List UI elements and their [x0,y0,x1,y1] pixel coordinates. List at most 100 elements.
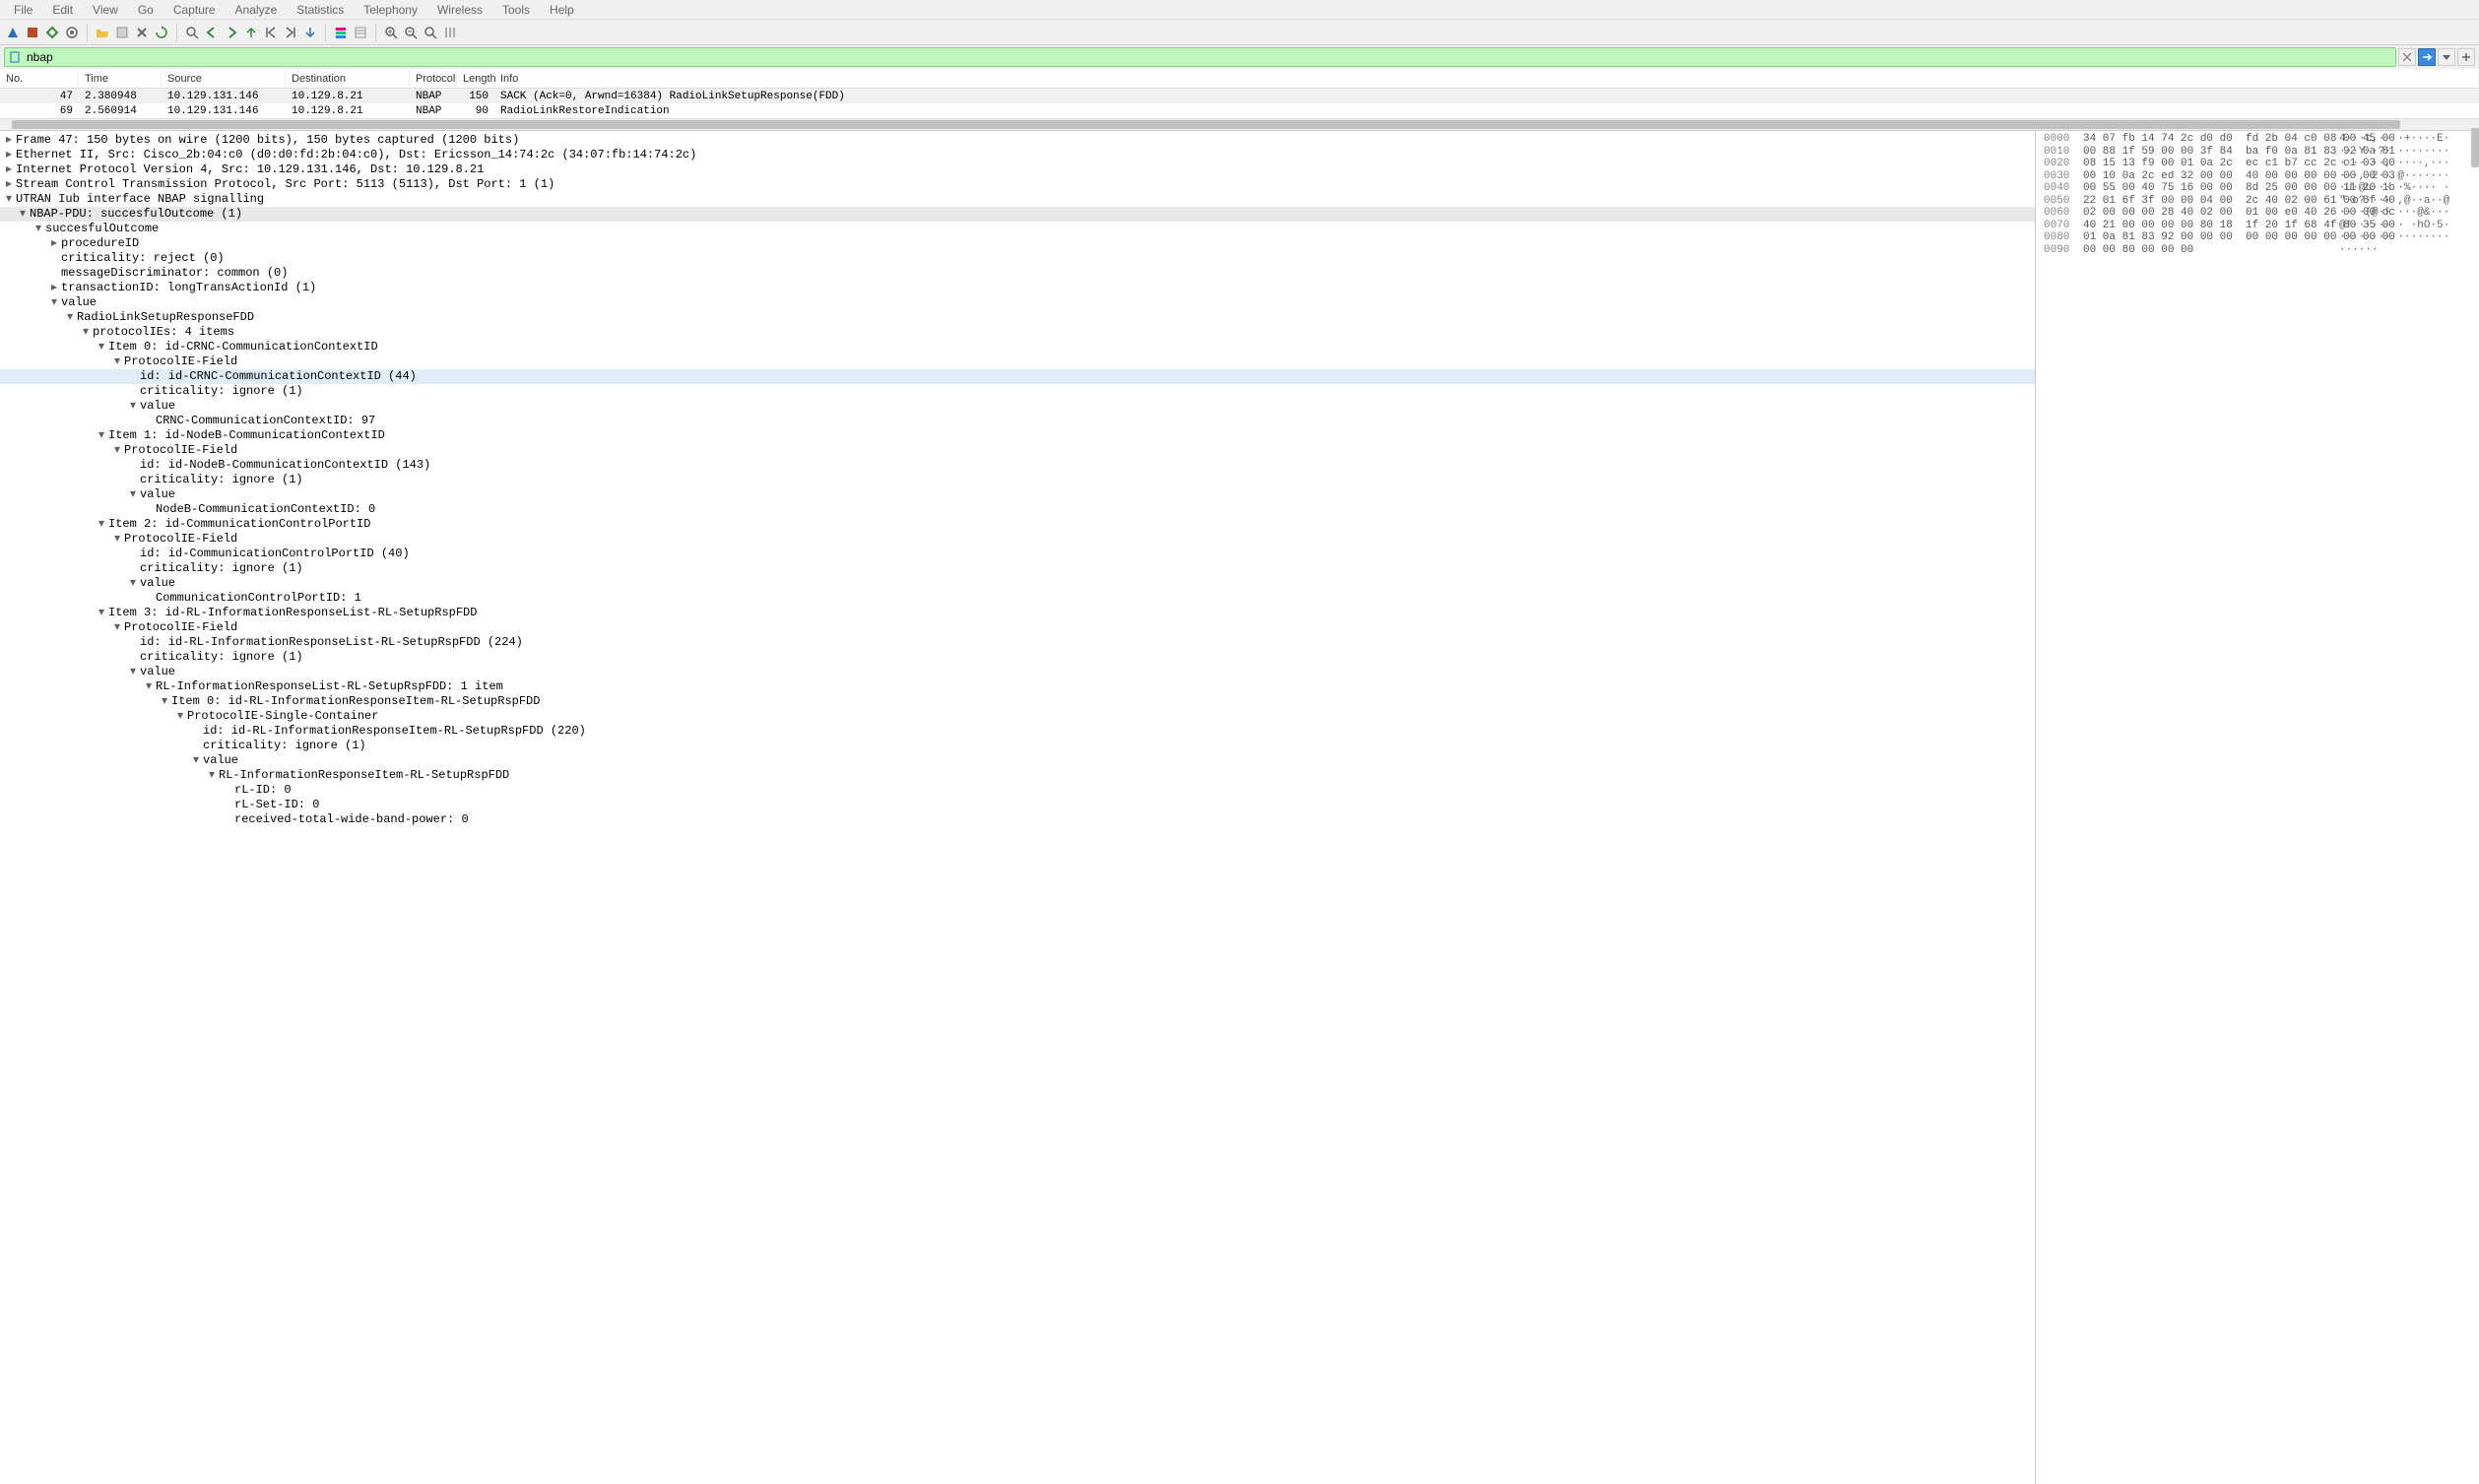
tree-item[interactable]: ▸Stream Control Transmission Protocol, S… [0,177,2035,192]
menu-edit[interactable]: Edit [42,1,83,19]
tree-item[interactable]: ▾succesfulOutcome [0,222,2035,236]
tree-item[interactable]: ▸transactionID: longTransActionId (1) [0,281,2035,295]
expand-arrow-icon[interactable]: ▾ [35,222,45,236]
tree-item[interactable]: id: id-RL-InformationResponseItem-RL-Set… [0,724,2035,739]
zoom-in-icon[interactable] [382,24,400,41]
horizontal-scrollbar[interactable] [0,118,2479,130]
zoom-out-icon[interactable] [402,24,420,41]
tree-item[interactable]: criticality: ignore (1) [0,650,2035,665]
autoscroll-icon[interactable] [301,24,319,41]
expand-arrow-icon[interactable]: ▾ [114,443,124,458]
tree-item[interactable]: ▾RL-InformationResponseItem-RL-SetupRspF… [0,768,2035,783]
filter-input-wrap[interactable] [4,47,2396,67]
tree-item[interactable]: ▾RL-InformationResponseList-RL-SetupRspF… [0,679,2035,694]
tree-item[interactable]: ▾value [0,576,2035,591]
resize-columns-icon[interactable] [441,24,459,41]
packet-list-header[interactable]: No. Time Source Destination Protocol Len… [0,69,2479,89]
packet-row[interactable]: 692.56091410.129.131.14610.129.8.21NBAP9… [0,103,2479,118]
menu-capture[interactable]: Capture [163,1,226,19]
filter-dropdown-icon[interactable] [2438,48,2455,66]
menu-go[interactable]: Go [128,1,163,19]
toolbar-btn[interactable] [352,24,369,41]
menu-tools[interactable]: Tools [492,1,540,19]
forward-icon[interactable] [223,24,240,41]
menu-file[interactable]: File [4,1,42,19]
clear-filter-icon[interactable] [2398,48,2416,66]
tree-item[interactable]: criticality: reject (0) [0,251,2035,266]
tree-item[interactable]: ▾value [0,753,2035,768]
expand-arrow-icon[interactable]: ▾ [130,487,140,502]
tree-item[interactable]: criticality: ignore (1) [0,473,2035,487]
tree-item[interactable]: ▾ProtocolIE-Field [0,620,2035,635]
tree-item[interactable]: id: id-CommunicationControlPortID (40) [0,547,2035,561]
tree-item[interactable]: rL-ID: 0 [0,783,2035,798]
find-icon[interactable] [183,24,201,41]
hex-line[interactable]: 000034 07 fb 14 74 2c d0 d0 fd 2b 04 c0 … [2044,133,2471,146]
hex-line[interactable]: 005022 01 6f 3f 00 00 04 00 2c 40 02 00 … [2044,195,2471,208]
menu-view[interactable]: View [83,1,128,19]
tree-item[interactable]: ▾UTRAN Iub interface NBAP signalling [0,192,2035,207]
expand-arrow-icon[interactable]: ▸ [6,148,16,162]
tree-item[interactable]: ▾value [0,399,2035,414]
expand-arrow-icon[interactable]: ▾ [114,355,124,369]
hex-line[interactable]: 007040 21 00 00 00 00 80 18 1f 20 1f 68 … [2044,220,2471,232]
tree-item[interactable]: ▸Frame 47: 150 bytes on wire (1200 bits)… [0,133,2035,148]
tree-item[interactable]: criticality: ignore (1) [0,384,2035,399]
colorize-icon[interactable] [332,24,350,41]
tree-item[interactable]: ▾value [0,665,2035,679]
expand-arrow-icon[interactable]: ▾ [98,340,108,355]
go-last-icon[interactable] [282,24,299,41]
open-icon[interactable] [94,24,111,41]
expand-arrow-icon[interactable]: ▾ [98,606,108,620]
tree-item[interactable]: ▾ProtocolIE-Single-Container [0,709,2035,724]
tree-item[interactable]: id: id-CRNC-CommunicationContextID (44) [0,369,2035,384]
expand-arrow-icon[interactable]: ▸ [51,281,61,295]
tree-item[interactable]: ▾ProtocolIE-Field [0,355,2035,369]
jump-icon[interactable] [242,24,260,41]
bookmark-icon[interactable] [7,49,23,65]
tree-item[interactable]: ▾ProtocolIE-Field [0,532,2035,547]
hex-line[interactable]: 009000 00 80 00 00 00······ [2044,244,2471,257]
expand-arrow-icon[interactable]: ▾ [51,295,61,310]
tree-item[interactable]: ▸procedureID [0,236,2035,251]
hex-line[interactable]: 003000 10 0a 2c ed 32 00 00 40 00 00 00 … [2044,170,2471,183]
tree-item[interactable]: ▾Item 1: id-NodeB-CommunicationContextID [0,428,2035,443]
reload-icon[interactable] [153,24,170,41]
column-destination[interactable]: Destination [286,71,410,87]
hex-line[interactable]: 002008 15 13 f9 00 01 0a 2c ec c1 b7 cc … [2044,158,2471,170]
tree-item[interactable]: ▾Item 3: id-RL-InformationResponseList-R… [0,606,2035,620]
tree-item[interactable]: ▾Item 2: id-CommunicationControlPortID [0,517,2035,532]
expand-arrow-icon[interactable]: ▸ [51,236,61,251]
toolbar-btn[interactable] [24,24,41,41]
back-icon[interactable] [203,24,221,41]
menu-telephony[interactable]: Telephony [354,1,427,19]
tree-item[interactable]: ▾value [0,295,2035,310]
tree-item[interactable]: NodeB-CommunicationContextID: 0 [0,502,2035,517]
expand-arrow-icon[interactable]: ▸ [6,177,16,192]
tree-item[interactable]: CommunicationControlPortID: 1 [0,591,2035,606]
expand-arrow-icon[interactable]: ▾ [67,310,77,325]
tree-item[interactable]: CRNC-CommunicationContextID: 97 [0,414,2035,428]
close-icon[interactable] [133,24,151,41]
tree-item[interactable]: received-total-wide-band-power: 0 [0,812,2035,827]
column-source[interactable]: Source [162,71,286,87]
tree-item[interactable]: rL-Set-ID: 0 [0,798,2035,812]
expand-arrow-icon[interactable]: ▸ [6,162,16,177]
column-info[interactable]: Info [494,71,2479,87]
expand-arrow-icon[interactable]: ▾ [209,768,219,783]
packet-bytes-pane[interactable]: 000034 07 fb 14 74 2c d0 d0 fd 2b 04 c0 … [2036,131,2479,1484]
expand-arrow-icon[interactable]: ▾ [130,576,140,591]
add-filter-icon[interactable] [2457,48,2475,66]
expand-arrow-icon[interactable]: ▸ [6,133,16,148]
menu-analyze[interactable]: Analyze [226,1,288,19]
go-first-icon[interactable] [262,24,280,41]
tree-item[interactable]: ▸Internet Protocol Version 4, Src: 10.12… [0,162,2035,177]
packet-row[interactable]: 472.38094810.129.131.14610.129.8.21NBAP1… [0,89,2479,103]
tree-item[interactable]: criticality: ignore (1) [0,561,2035,576]
tree-item[interactable]: ▸Ethernet II, Src: Cisco_2b:04:c0 (d0:d0… [0,148,2035,162]
zoom-reset-icon[interactable] [422,24,439,41]
column-length[interactable]: Length [457,71,494,87]
packet-details-pane[interactable]: ▸Frame 47: 150 bytes on wire (1200 bits)… [0,131,2036,1484]
expand-arrow-icon[interactable]: ▾ [114,532,124,547]
column-protocol[interactable]: Protocol [410,71,457,87]
